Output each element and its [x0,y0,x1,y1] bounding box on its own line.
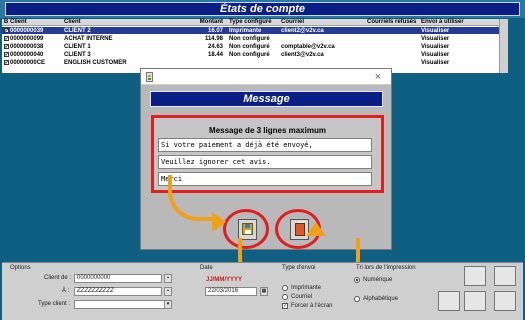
col-header-check[interactable]: B [2,19,10,25]
grid-header: B Client Client Montant Type configuré C… [2,19,499,26]
col-header-amount[interactable]: Montant [179,19,225,25]
row-checkbox[interactable]: ✓ [3,43,9,49]
cell-client-num: 0000000040 [10,51,44,58]
cell-type: Non configuré [229,51,270,58]
exit-label: EXIT [297,220,305,224]
save-button-face [238,219,257,240]
cell-client-num: 0000000039 [10,27,44,34]
tri-radio-alphabetique[interactable] [354,296,360,302]
envoi-radio-imprimante[interactable] [282,285,288,291]
app-icon [146,72,153,82]
a-lookup-button[interactable]: ▪ [164,287,172,296]
table-row[interactable]: ✓ 0000000040 CLIENT 3 18.44 Non configur… [2,51,499,58]
row-checkbox[interactable]: ✓ [3,51,9,57]
cell-action[interactable]: Visualiser [421,52,481,58]
chevron-down-icon[interactable]: ▾ [164,300,172,309]
exit-icon[interactable] [494,291,516,311]
refresh-icon[interactable] [438,291,460,311]
message-line-2[interactable]: Veuillez ignorer cet avis. [158,155,372,169]
client-de-label: Client de : [44,275,72,281]
cell-client-name: CLIENT 1 [64,43,91,50]
cell-client-name: ACHAT INTERNE [64,35,113,42]
accounts-grid[interactable]: B Client Client Montant Type configuré C… [2,19,499,73]
row-checkbox[interactable]: ✓ [3,59,9,65]
row-checkbox[interactable]: ✓ [3,35,9,41]
date-format-hint: JJ/MM/YYYY [206,277,243,283]
envoi-opt-imprimante: Imprimante [291,285,322,291]
date-field[interactable]: 22/03/2016 [205,287,257,296]
type-client-select[interactable] [74,300,172,309]
document-icon[interactable] [464,266,486,286]
type-client-label: Type client : [38,301,71,307]
dialog-titlebar: × [141,69,391,85]
message-dialog: × Message Message de 3 lignes maximum Si… [140,68,392,250]
envoi-radio-courriel[interactable] [282,294,288,300]
cell-client-name: CLIENT 3 [64,51,91,58]
cell-client-num: 00000000CE [10,59,46,66]
options-panel: Options Client de : 0000000000 ▪ À : ZZZ… [2,262,523,320]
cell-action[interactable]: Visualiser [421,28,481,34]
client-de-field[interactable]: 0000000000 [74,274,162,283]
window-title: États de compte [5,2,520,16]
cell-email: comptable@v2v.ca [281,43,335,50]
print-icon[interactable] [464,291,486,311]
cell-client-name: CLIENT 2 [64,27,91,34]
a-label: À : [62,288,70,294]
forcer-checkbox[interactable]: ✓ [282,303,288,309]
tri-opt-alphabetique: Alphabétique [363,296,399,302]
window-titlebar: États de compte [0,0,525,18]
grid-vertical-scrollbar[interactable] [499,19,508,73]
options-label: Options [10,265,31,271]
table-row[interactable]: ✓ 0000000099 ACHAT INTERNE 114.98 Non co… [2,35,499,42]
cell-amount: 18.44 [207,51,223,58]
cell-type: Imprimante [229,27,262,34]
table-row[interactable]: ✓ 00000000CE ENGLISH CUSTOMER Visualiser [2,59,499,66]
envoi-label: Type d'envoi [282,265,316,271]
col-header-client-name[interactable]: Client [64,19,179,25]
cell-amount: 114.98 [204,35,223,42]
cell-type: Non configuré [229,43,270,50]
exit-door-icon: EXIT [295,220,305,236]
row-checkbox[interactable]: ✓ [3,27,9,33]
cell-amount: 16.07 [207,27,223,34]
close-icon[interactable]: × [371,70,385,84]
envoi-opt-courriel: Courriel [291,294,313,300]
calendar-icon[interactable]: ▦ [260,287,268,296]
message-line-1[interactable]: Si votre paiement a déjà été envoyé, [158,138,372,152]
table-row[interactable]: ✓ 0000000038 CLIENT 1 24.63 Non configur… [2,43,499,50]
cell-client-num: 0000000038 [10,43,44,50]
message-subtitle: Message de 3 lignes maximum [209,126,326,135]
edit-icon[interactable] [494,266,516,286]
tri-opt-numerique: Numérique [363,277,393,283]
floppy-save-icon [242,223,253,235]
cell-action[interactable]: Visualiser [421,36,481,42]
col-header-refused[interactable]: Courriels refusés [367,19,421,25]
tri-label: Tri lors de l'impression [356,265,416,271]
cell-amount: 24.63 [207,43,223,50]
cell-action[interactable]: Visualiser [421,60,481,66]
date-label: Date [200,265,213,271]
cell-client-num: 0000000099 [10,35,44,42]
cell-client-name: ENGLISH CUSTOMER [64,59,127,66]
cell-email: client2@v2v.ca [281,27,324,34]
forcer-label: Forcer à l'écran [291,303,333,309]
cell-email: client3@v2v.ca [281,51,324,58]
a-field[interactable]: ZZZZZZZZZZ [74,287,162,296]
col-header-email[interactable]: Courriel [281,19,367,25]
cell-type: Non configuré [229,35,270,42]
annotation-arrowhead-exit [306,222,326,236]
col-header-client-num[interactable]: Client [10,19,64,25]
cell-action[interactable]: Visualiser [421,44,481,50]
col-header-type[interactable]: Type configuré [225,19,281,25]
annotation-arrowhead-save [212,212,226,232]
client-de-lookup-button[interactable]: ▪ [164,274,172,283]
table-row[interactable]: ✓ 0000000039 CLIENT 2 16.07 Imprimante c… [2,27,499,34]
col-header-action[interactable]: Envoi à utiliser [421,19,481,25]
tri-radio-numerique[interactable] [354,277,360,283]
dialog-header: Message [150,91,383,107]
